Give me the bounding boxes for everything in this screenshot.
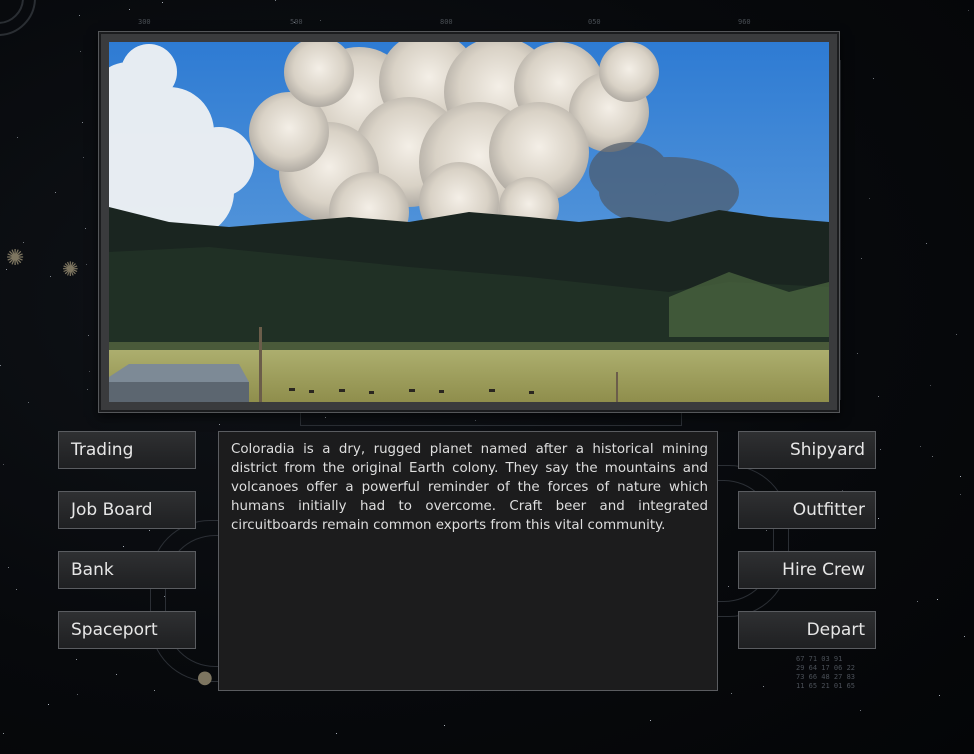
- ruler-tick: 050: [588, 18, 601, 26]
- star: [275, 0, 276, 1]
- star: [28, 402, 29, 403]
- star: [162, 2, 163, 3]
- asteroid-icon: ✺: [62, 257, 79, 281]
- star: [85, 228, 86, 229]
- star: [939, 695, 940, 696]
- star: [926, 243, 927, 244]
- star: [857, 353, 858, 354]
- star: [23, 242, 24, 243]
- star: [930, 385, 931, 386]
- star: [932, 456, 933, 457]
- star: [83, 157, 84, 158]
- star: [89, 371, 90, 372]
- star: [960, 494, 961, 495]
- star: [8, 567, 9, 568]
- job-board-button[interactable]: Job Board: [58, 491, 196, 529]
- star: [76, 659, 77, 660]
- star: [873, 78, 874, 79]
- planet-image-frame: [98, 31, 840, 413]
- star: [878, 396, 879, 397]
- star: [860, 710, 861, 711]
- star: [77, 694, 78, 695]
- star: [861, 258, 862, 259]
- planet-landscape-image: [109, 42, 829, 402]
- ruler-tick: 300: [138, 18, 151, 26]
- star: [444, 725, 445, 726]
- ruler-tick: 800: [440, 18, 453, 26]
- star: [3, 733, 4, 734]
- star: [937, 599, 938, 600]
- shipyard-button[interactable]: Shipyard: [738, 431, 876, 469]
- star: [3, 464, 4, 465]
- star: [123, 546, 124, 547]
- star: [16, 589, 17, 590]
- trading-button[interactable]: Trading: [58, 431, 196, 469]
- star: [87, 389, 88, 390]
- depart-button[interactable]: Depart: [738, 611, 876, 649]
- planet-description-panel: Coloradia is a dry, rugged planet named …: [218, 431, 718, 691]
- star: [154, 690, 155, 691]
- star: [880, 449, 881, 450]
- star: [116, 674, 117, 675]
- outfitter-button[interactable]: Outfitter: [738, 491, 876, 529]
- star: [920, 446, 921, 447]
- star: [763, 686, 764, 687]
- circuit-decoration: [300, 411, 682, 426]
- coordinate-ruler: 300 500 800 050 960: [110, 18, 830, 28]
- star: [336, 733, 337, 734]
- star: [964, 636, 965, 637]
- star: [17, 137, 18, 138]
- star: [650, 720, 651, 721]
- star: [129, 9, 130, 10]
- ruler-tick: 500: [290, 18, 303, 26]
- star: [0, 365, 1, 366]
- star: [960, 476, 961, 477]
- side-ruler: [840, 60, 851, 400]
- star: [869, 198, 870, 199]
- asteroid-icon: ✺: [6, 246, 25, 271]
- star: [731, 693, 732, 694]
- star: [50, 276, 51, 277]
- star: [48, 704, 49, 705]
- star: [88, 335, 89, 336]
- bank-button[interactable]: Bank: [58, 551, 196, 589]
- star: [878, 518, 879, 519]
- star: [79, 15, 80, 16]
- star: [956, 334, 957, 335]
- hire-crew-button[interactable]: Hire Crew: [738, 551, 876, 589]
- star: [917, 601, 918, 602]
- spaceport-button[interactable]: Spaceport: [58, 611, 196, 649]
- star: [86, 264, 87, 265]
- asteroid-icon: ●: [197, 667, 213, 688]
- star: [80, 51, 81, 52]
- coordinate-readout: 67 71 03 91 29 64 17 06 22 73 66 48 27 8…: [796, 655, 856, 690]
- star: [219, 424, 220, 425]
- star: [149, 530, 150, 531]
- star: [968, 10, 969, 11]
- star: [82, 122, 83, 123]
- star: [55, 192, 56, 193]
- planet-description-text: Coloradia is a dry, rugged planet named …: [231, 442, 708, 533]
- ruler-tick: 960: [738, 18, 751, 26]
